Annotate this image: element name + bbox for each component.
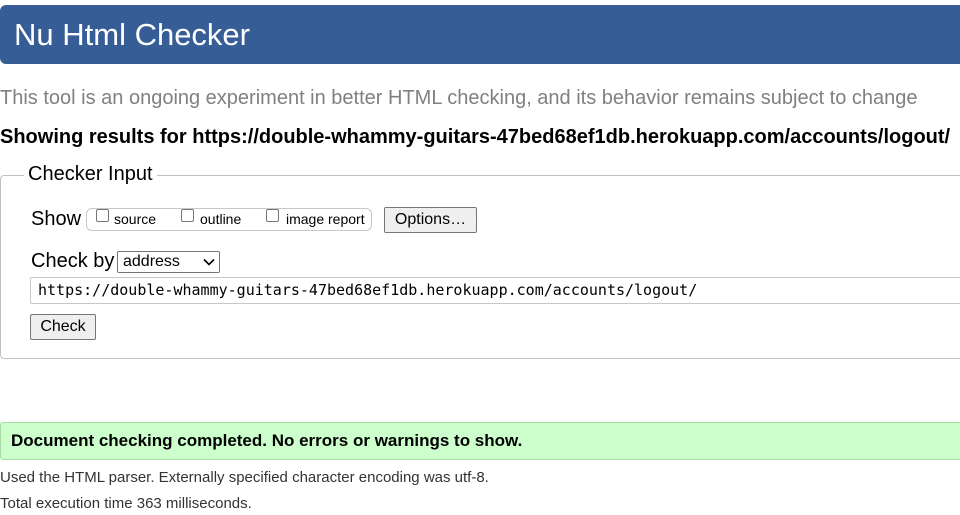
outline-checkbox-label[interactable]: outline <box>200 211 241 227</box>
page-title: Nu Html Checker <box>14 17 250 52</box>
check-by-select[interactable]: address <box>117 251 220 273</box>
source-checkbox[interactable] <box>96 209 109 222</box>
success-message-box: Document checking completed. No errors o… <box>0 422 960 460</box>
page-header: Nu Html Checker <box>0 5 960 64</box>
checker-input-legend: Checker Input <box>24 162 157 186</box>
execution-time: Total execution time 363 milliseconds. <box>0 495 252 512</box>
show-label: Show <box>31 208 82 230</box>
outline-checkbox[interactable] <box>181 209 194 222</box>
parser-info: Used the HTML parser. Externally specifi… <box>0 469 489 486</box>
check-button[interactable]: Check <box>30 314 96 340</box>
image-report-checkbox[interactable] <box>266 209 279 222</box>
options-button[interactable]: Options… <box>384 207 477 233</box>
check-by-selected-value: address <box>123 253 180 270</box>
chevron-down-icon <box>203 258 215 266</box>
check-by-label: Check by <box>31 250 115 272</box>
url-input[interactable]: https://double-whammy-guitars-47bed68ef1… <box>30 277 960 304</box>
results-heading: Showing results for https://double-whamm… <box>0 126 951 148</box>
image-report-checkbox-label[interactable]: image report <box>286 211 365 227</box>
source-checkbox-label[interactable]: source <box>114 211 156 227</box>
success-message: Document checking completed. No errors o… <box>11 431 523 450</box>
tagline: This tool is an ongoing experiment in be… <box>0 87 918 109</box>
